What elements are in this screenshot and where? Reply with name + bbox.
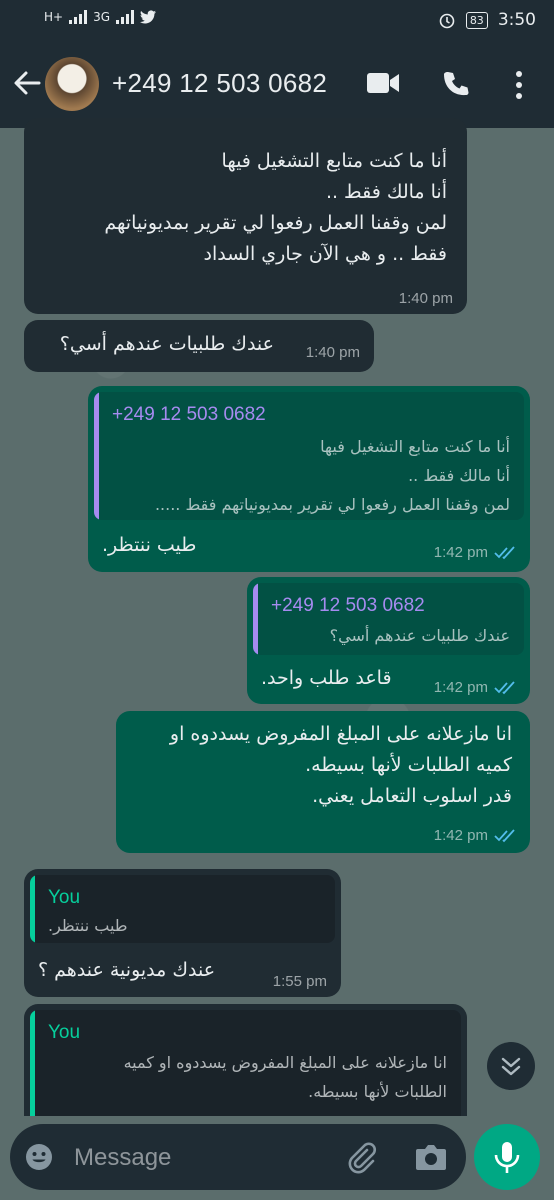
scroll-to-bottom-button[interactable]	[487, 1042, 535, 1090]
quote-bar	[94, 392, 99, 520]
microphone-icon	[494, 1142, 520, 1173]
message-text: طيب ننتظر.	[102, 534, 197, 556]
message-line: فقط .. و هي الآن جاري السداد	[203, 243, 447, 265]
quote-bar	[30, 875, 35, 943]
alarm-icon	[439, 13, 455, 29]
message-line: كميه الطلبات لأنها بسيطه.	[305, 754, 512, 776]
attach-icon[interactable]	[344, 1140, 380, 1176]
message-line: أنا مالك فقط ..	[325, 181, 447, 203]
quoted-message[interactable]: You طيب ننتظر.	[30, 875, 335, 943]
message-bubble-incoming[interactable]: You طيب ننتظر. عندك مديونية عندهم ؟ 1:55…	[24, 869, 341, 997]
quoted-message[interactable]: +249 12 503 0682 عندك طلبيات عندهم أسي؟	[253, 583, 524, 655]
message-line: أنا ما كنت متابع التشغيل فيها	[221, 150, 447, 172]
avatar[interactable]	[45, 57, 99, 111]
read-receipt-icon	[494, 545, 515, 559]
quote-line: لمن وقفنا العمل رفعوا لي تقرير بمديونيات…	[154, 495, 510, 514]
read-receipt-icon	[494, 828, 515, 842]
message-time: 1:42 pm	[433, 827, 488, 844]
double-chevron-down-icon	[501, 1057, 521, 1076]
quote-line: انا مازعلانه على المبلغ المفروض يسددوه ا…	[123, 1053, 447, 1072]
message-time: 1:55 pm	[272, 973, 327, 990]
message-line: لمن وقفنا العمل رفعوا لي تقرير بمديونيات…	[104, 212, 447, 234]
emoji-icon[interactable]	[24, 1142, 54, 1172]
quote-sender: You	[48, 1022, 81, 1043]
status-bar: H+ 3G 83 3:50	[0, 0, 554, 42]
quote-sender: +249 12 503 0682	[271, 595, 425, 616]
message-time: 1:40 pm	[398, 290, 453, 307]
message-line: قدر اسلوب التعامل يعني.	[312, 785, 512, 807]
message-bubble-outgoing[interactable]: +249 12 503 0682 أنا ما كنت متابع التشغي…	[88, 386, 530, 572]
network-indicator-1: H+	[44, 10, 64, 24]
message-bubble-incoming[interactable]: أنا ما كنت متابع التشغيل فيها أنا مالك ف…	[24, 118, 467, 314]
quote-bar	[253, 583, 258, 655]
clock: 3:50	[497, 10, 536, 30]
quote-text: طيب ننتظر.	[48, 916, 128, 935]
quoted-message[interactable]: You انا مازعلانه على المبلغ المفروض يسدد…	[30, 1010, 461, 1116]
signal-icon-2	[116, 10, 135, 24]
message-input[interactable]: Message	[74, 1144, 171, 1172]
quote-line: أنا ما كنت متابع التشغيل فيها	[320, 437, 510, 456]
read-receipt-icon	[494, 680, 515, 694]
camera-icon[interactable]	[414, 1142, 448, 1172]
twitter-icon	[140, 10, 157, 24]
message-time: 1:40 pm	[305, 344, 360, 361]
quote-line: الطلبات لأنها بسيطه.	[308, 1082, 447, 1101]
signal-icon	[69, 10, 88, 24]
message-bubble-outgoing[interactable]: +249 12 503 0682 عندك طلبيات عندهم أسي؟ …	[247, 577, 530, 704]
chat-header: +249 12 503 0682	[0, 42, 554, 128]
back-arrow-icon[interactable]	[12, 68, 42, 98]
message-time: 1:42 pm	[433, 679, 488, 696]
voice-message-button[interactable]	[474, 1124, 540, 1190]
video-call-icon[interactable]	[366, 70, 400, 96]
quote-sender: +249 12 503 0682	[112, 404, 266, 425]
quote-line: أنا مالك فقط ..	[408, 466, 510, 485]
quote-sender: You	[48, 887, 81, 908]
contact-name[interactable]: +249 12 503 0682	[112, 68, 327, 99]
voice-call-icon[interactable]	[442, 70, 470, 98]
message-text: قاعد طلب واحد.	[261, 667, 392, 689]
message-composer: Message	[10, 1124, 466, 1190]
quoted-message[interactable]: +249 12 503 0682 أنا ما كنت متابع التشغي…	[94, 392, 524, 520]
quote-bar	[30, 1010, 35, 1116]
message-time: 1:42 pm	[433, 544, 488, 561]
battery-icon: 83	[465, 11, 488, 29]
quote-text: عندك طلبيات عندهم أسي؟	[329, 626, 510, 645]
message-text: عندك مديونية عندهم ؟	[38, 959, 216, 981]
message-text: عندك طلبيات عندهم أسي؟	[59, 333, 274, 355]
message-bubble-outgoing[interactable]: انا مازعلانه على المبلغ المفروض يسددوه ا…	[116, 711, 530, 853]
more-options-icon[interactable]	[514, 70, 524, 100]
message-bubble-incoming[interactable]: عندك طلبيات عندهم أسي؟ 1:40 pm	[24, 320, 374, 372]
message-bubble-incoming[interactable]: You انا مازعلانه على المبلغ المفروض يسدد…	[24, 1004, 467, 1116]
network-indicator-2: 3G	[93, 10, 111, 24]
message-line: انا مازعلانه على المبلغ المفروض يسددوه ا…	[169, 723, 512, 745]
